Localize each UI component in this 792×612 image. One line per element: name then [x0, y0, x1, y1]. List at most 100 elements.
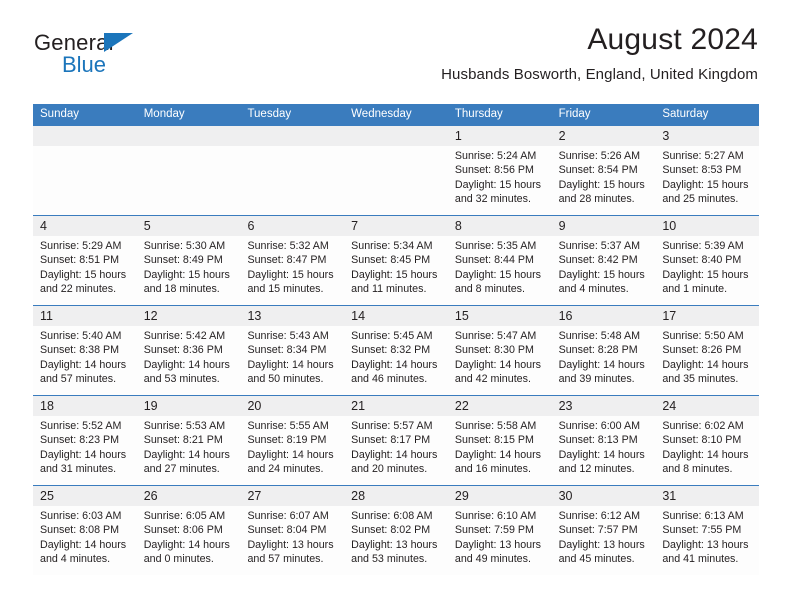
day-detail-body: Sunrise: 5:30 AM Sunset: 8:49 PM Daylight:…	[137, 236, 241, 296]
sunrise-line: Sunrise: 6:07 AM	[247, 510, 329, 522]
weekday-header-thursday: Thursday	[454, 108, 503, 120]
sunset-line: Sunset: 8:30 PM	[454, 344, 534, 357]
weekday-header-sunday: Sunday	[40, 108, 80, 120]
day-detail-body: Sunrise: 5:53 AM Sunset: 8:21 PM Daylight:…	[137, 416, 241, 476]
weekday-header-wednesday: Wednesday	[351, 108, 412, 120]
day-detail-body: Sunrise: 5:40 AM Sunset: 8:38 PM Daylight:…	[33, 326, 137, 386]
sunrise-line: Sunrise: 6:05 AM	[143, 510, 226, 522]
calendar-day-cell[interactable]: 17 Sunrise: 5:50 AM Sunset: 8:26 PM Dayligh…	[655, 306, 760, 395]
calendar-day-cell[interactable]: 25 Sunrise: 6:03 AM Sunset: 8:08 PM Dayligh…	[33, 486, 137, 575]
daylight-line-2: and 50 minutes.	[247, 372, 324, 385]
page-header: General Blue August 2024 Husbands Boswor…	[34, 22, 758, 94]
day-number: 22	[454, 399, 469, 413]
daylight-line-1: Daylight: 13 hours	[351, 538, 438, 551]
calendar-day-cell[interactable]: 29 Sunrise: 6:10 AM Sunset: 7:59 PM Dayligh…	[447, 486, 552, 575]
sunset-line: Sunset: 8:04 PM	[247, 524, 327, 537]
day-number-band: 3	[655, 126, 760, 146]
day-number-band: 28	[344, 486, 448, 506]
day-number: 19	[143, 399, 158, 413]
day-number-band: 6	[240, 216, 345, 236]
calendar-day-cell-empty	[33, 126, 137, 215]
day-number-band: 7	[344, 216, 448, 236]
daylight-line-1: Daylight: 15 hours	[454, 178, 542, 191]
calendar-day-cell[interactable]: 27 Sunrise: 6:07 AM Sunset: 8:04 PM Dayligh…	[240, 486, 345, 575]
calendar-day-cell[interactable]: 28 Sunrise: 6:08 AM Sunset: 8:02 PM Dayligh…	[344, 486, 448, 575]
day-number-band: 10	[655, 216, 760, 236]
calendar-day-cell[interactable]: 4 Sunrise: 5:29 AM Sunset: 8:51 PM Daylight…	[33, 216, 137, 305]
calendar-day-cell[interactable]: 23 Sunrise: 6:00 AM Sunset: 8:13 PM Dayligh…	[551, 396, 656, 485]
calendar-day-cell[interactable]: 7 Sunrise: 5:34 AM Sunset: 8:45 PM Daylight…	[344, 216, 448, 305]
daylight-line-2: and 57 minutes.	[40, 372, 117, 385]
sunrise-line: Sunrise: 6:08 AM	[351, 510, 433, 522]
daylight-line-1: Daylight: 15 hours	[662, 268, 749, 281]
calendar-weeks: 1 Sunrise: 5:24 AM Sunset: 8:56 PM Daylight…	[33, 125, 760, 575]
daylight-line-1: Daylight: 14 hours	[247, 448, 334, 461]
daylight-line-1: Daylight: 15 hours	[558, 268, 645, 281]
calendar-day-cell[interactable]: 22 Sunrise: 5:58 AM Sunset: 8:15 PM Dayligh…	[447, 396, 552, 485]
calendar-day-cell[interactable]: 10 Sunrise: 5:39 AM Sunset: 8:40 PM Dayligh…	[655, 216, 760, 305]
day-detail-body: Sunrise: 5:52 AM Sunset: 8:23 PM Daylight:…	[33, 416, 137, 476]
calendar-day-cell[interactable]: 6 Sunrise: 5:32 AM Sunset: 8:47 PM Daylight…	[240, 216, 345, 305]
day-number-band: 8	[447, 216, 552, 236]
calendar-day-cell[interactable]: 30 Sunrise: 6:12 AM Sunset: 7:57 PM Dayligh…	[551, 486, 656, 575]
daylight-line-2: and 12 minutes.	[558, 462, 635, 475]
calendar-day-cell[interactable]: 16 Sunrise: 5:48 AM Sunset: 8:28 PM Dayligh…	[551, 306, 656, 395]
daylight-line-1: Daylight: 13 hours	[247, 538, 334, 551]
title-block: August 2024 Husbands Bosworth, England, …	[138, 22, 758, 86]
calendar-day-cell[interactable]: 18 Sunrise: 5:52 AM Sunset: 8:23 PM Dayligh…	[33, 396, 137, 485]
daylight-line-2: and 4 minutes.	[40, 552, 111, 565]
day-detail-body: Sunrise: 6:03 AM Sunset: 8:08 PM Daylight:…	[33, 506, 137, 566]
day-number-band: 25	[33, 486, 137, 506]
sunset-line: Sunset: 8:28 PM	[558, 344, 638, 357]
daylight-line-1: Daylight: 14 hours	[351, 358, 438, 371]
daylight-line-2: and 25 minutes.	[662, 192, 739, 205]
calendar-day-cell[interactable]: 15 Sunrise: 5:47 AM Sunset: 8:30 PM Dayligh…	[447, 306, 552, 395]
sunset-line: Sunset: 8:45 PM	[351, 254, 431, 267]
calendar-day-cell[interactable]: 26 Sunrise: 6:05 AM Sunset: 8:06 PM Dayligh…	[136, 486, 241, 575]
day-number-band: 2	[551, 126, 656, 146]
day-number-band: 14	[344, 306, 448, 326]
sunset-line: Sunset: 8:34 PM	[247, 344, 327, 357]
calendar-day-cell[interactable]: 31 Sunrise: 6:13 AM Sunset: 7:55 PM Dayligh…	[655, 486, 760, 575]
calendar-day-cell[interactable]: 8 Sunrise: 5:35 AM Sunset: 8:44 PM Daylight…	[447, 216, 552, 305]
calendar-day-cell[interactable]: 14 Sunrise: 5:45 AM Sunset: 8:32 PM Dayligh…	[344, 306, 448, 395]
calendar-week-row: 25 Sunrise: 6:03 AM Sunset: 8:08 PM Dayligh…	[33, 485, 760, 575]
day-number-band: 20	[240, 396, 345, 416]
calendar-day-cell[interactable]: 5 Sunrise: 5:30 AM Sunset: 8:49 PM Daylight…	[136, 216, 241, 305]
daylight-line-1: Daylight: 15 hours	[662, 178, 749, 191]
day-number: 3	[662, 129, 670, 143]
day-detail-body: Sunrise: 6:05 AM Sunset: 8:06 PM Daylight:…	[137, 506, 241, 566]
sunrise-line: Sunrise: 5:55 AM	[247, 420, 329, 432]
daylight-line-2: and 35 minutes.	[662, 372, 739, 385]
daylight-line-1: Daylight: 15 hours	[558, 178, 645, 191]
sunrise-line: Sunrise: 5:43 AM	[247, 330, 329, 342]
sunrise-line: Sunrise: 5:48 AM	[558, 330, 640, 342]
calendar-day-cell[interactable]: 3 Sunrise: 5:27 AM Sunset: 8:53 PM Daylight…	[655, 126, 760, 215]
day-number-band: 12	[136, 306, 241, 326]
daylight-line-2: and 27 minutes.	[143, 462, 220, 475]
daylight-line-1: Daylight: 14 hours	[40, 448, 127, 461]
calendar-day-cell[interactable]: 21 Sunrise: 5:57 AM Sunset: 8:17 PM Dayligh…	[344, 396, 448, 485]
calendar-day-cell[interactable]: 13 Sunrise: 5:43 AM Sunset: 8:34 PM Dayligh…	[240, 306, 345, 395]
day-number-band	[240, 126, 345, 146]
day-number-band: 4	[33, 216, 137, 236]
day-detail-body: Sunrise: 5:58 AM Sunset: 8:15 PM Daylight:…	[448, 416, 552, 476]
calendar-day-cell[interactable]: 24 Sunrise: 6:02 AM Sunset: 8:10 PM Dayligh…	[655, 396, 760, 485]
daylight-line-1: Daylight: 15 hours	[351, 268, 438, 281]
day-number-band: 23	[551, 396, 656, 416]
sunset-line: Sunset: 8:49 PM	[143, 254, 223, 267]
day-detail-body: Sunrise: 5:55 AM Sunset: 8:19 PM Daylight:…	[240, 416, 344, 476]
daylight-line-1: Daylight: 15 hours	[247, 268, 334, 281]
calendar-day-cell[interactable]: 11 Sunrise: 5:40 AM Sunset: 8:38 PM Dayligh…	[33, 306, 137, 395]
calendar-day-cell[interactable]: 1 Sunrise: 5:24 AM Sunset: 8:56 PM Daylight…	[447, 126, 552, 215]
calendar-day-cell[interactable]: 12 Sunrise: 5:42 AM Sunset: 8:36 PM Dayligh…	[136, 306, 241, 395]
daylight-line-1: Daylight: 14 hours	[351, 448, 438, 461]
day-number: 11	[40, 309, 53, 323]
daylight-line-2: and 46 minutes.	[351, 372, 428, 385]
calendar-day-cell[interactable]: 20 Sunrise: 5:55 AM Sunset: 8:19 PM Dayligh…	[240, 396, 345, 485]
calendar-grid: Sunday Monday Tuesday Wednesday Thursday Frid…	[33, 104, 760, 575]
sunset-line: Sunset: 8:08 PM	[40, 524, 120, 537]
calendar-day-cell[interactable]: 2 Sunrise: 5:26 AM Sunset: 8:54 PM Daylight…	[551, 126, 656, 215]
calendar-day-cell[interactable]: 19 Sunrise: 5:53 AM Sunset: 8:21 PM Dayligh…	[136, 396, 241, 485]
calendar-day-cell[interactable]: 9 Sunrise: 5:37 AM Sunset: 8:42 PM Daylight…	[551, 216, 656, 305]
